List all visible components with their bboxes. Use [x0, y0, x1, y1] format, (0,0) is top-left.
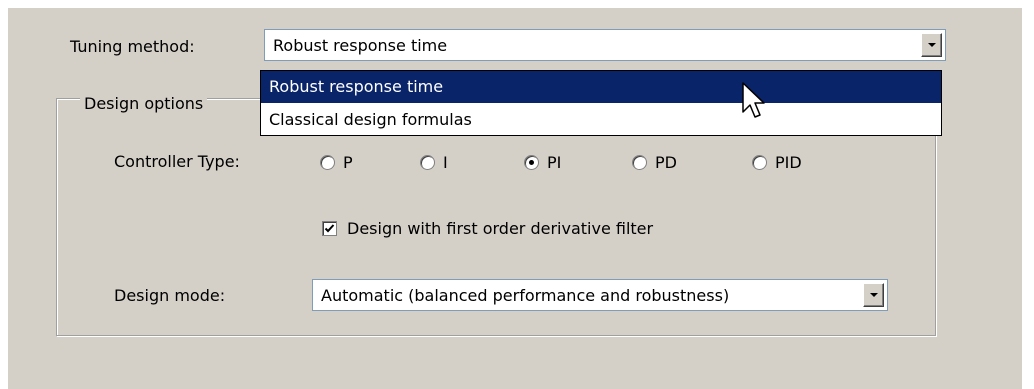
radio-p[interactable]: P: [320, 152, 353, 172]
tuning-method-options-list: Robust response time Classical design fo…: [260, 70, 942, 136]
radio-i-label: I: [443, 152, 448, 172]
tuning-method-dropdown-button[interactable]: [921, 33, 942, 57]
design-mode-dropdown[interactable]: Automatic (balanced performance and robu…: [312, 279, 888, 311]
radio-i[interactable]: I: [420, 152, 448, 172]
radio-pid[interactable]: PID: [752, 152, 802, 172]
radio-pid-label: PID: [775, 152, 802, 172]
radio-pi[interactable]: PI: [524, 152, 561, 172]
radio-circle-icon: [420, 154, 435, 170]
radio-pd[interactable]: PD: [632, 152, 677, 172]
derivative-filter-checkbox[interactable]: Design with first order derivative filte…: [322, 218, 653, 238]
design-mode-dropdown-button[interactable]: [863, 283, 884, 307]
radio-dot-icon: [529, 159, 534, 165]
chevron-down-icon: [870, 293, 878, 297]
design-options-title: Design options: [80, 94, 208, 114]
radio-pi-label: PI: [547, 152, 562, 172]
radio-p-label: P: [343, 152, 353, 172]
controller-type-label: Controller Type:: [114, 152, 240, 171]
checkmark-icon: [324, 223, 335, 232]
tuning-method-value: Robust response time: [273, 36, 448, 55]
derivative-filter-label: Design with first order derivative filte…: [347, 218, 654, 238]
radio-circle-icon: [632, 154, 647, 170]
radio-circle-icon: [524, 154, 539, 170]
tuning-method-label: Tuning method:: [70, 37, 195, 56]
option-robust-response-time[interactable]: Robust response time: [261, 71, 941, 103]
chevron-down-icon: [928, 43, 936, 47]
radio-pd-label: PD: [655, 152, 677, 172]
radio-circle-icon: [752, 154, 767, 170]
design-mode-value: Automatic (balanced performance and robu…: [321, 286, 730, 305]
option-classical-design-formulas[interactable]: Classical design formulas: [261, 104, 941, 136]
checkbox-box: [322, 220, 337, 236]
mouse-pointer-icon: [742, 82, 765, 118]
design-mode-label: Design mode:: [114, 286, 226, 305]
tuning-method-dropdown[interactable]: Robust response time: [264, 29, 946, 61]
radio-circle-icon: [320, 154, 335, 170]
